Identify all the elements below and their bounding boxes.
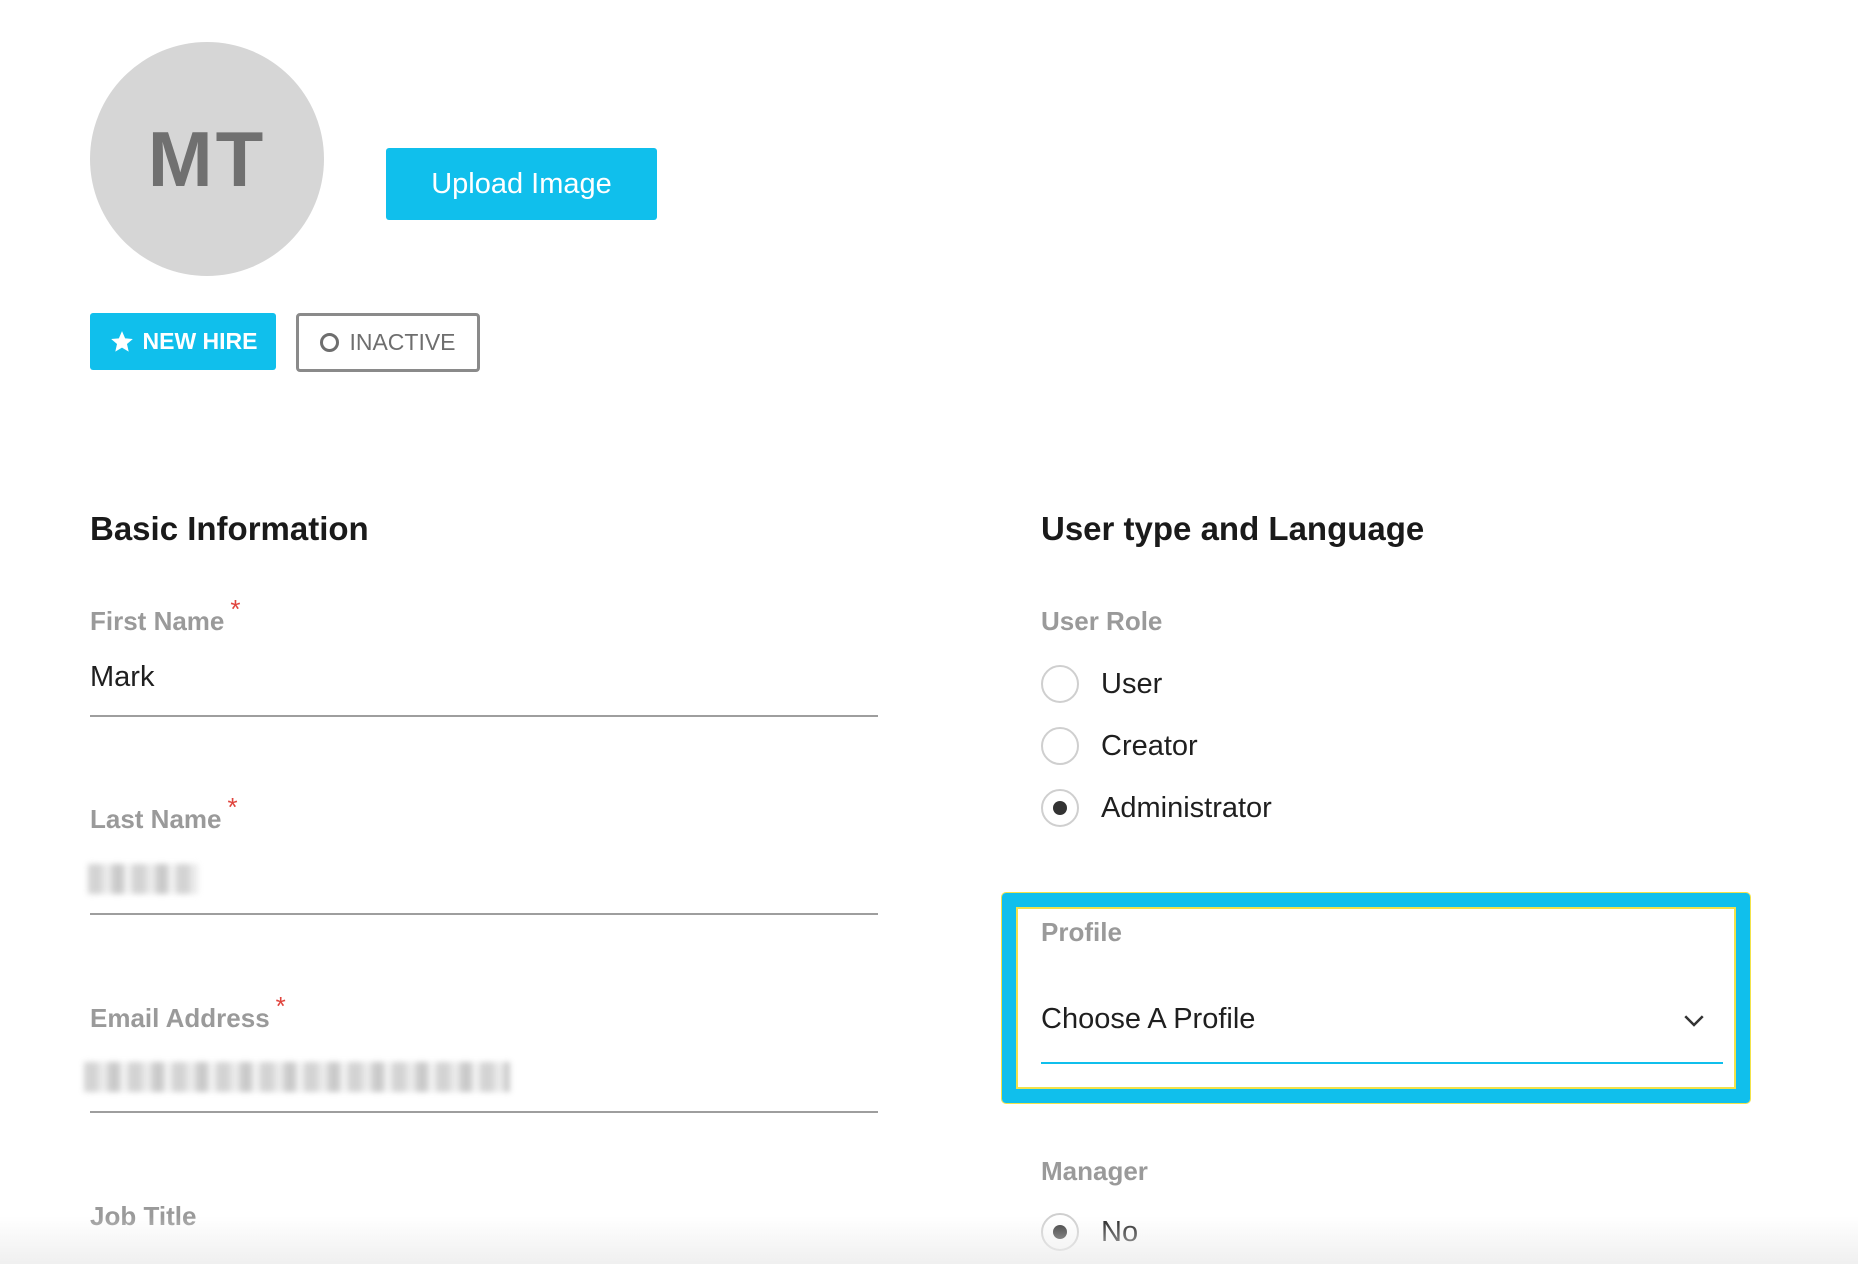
star-icon	[110, 330, 133, 352]
manager-label: Manager	[1041, 1156, 1148, 1186]
last-name-label-text: Last Name	[90, 804, 222, 834]
last-name-input[interactable]	[88, 864, 198, 894]
new-hire-label: NEW HIRE	[142, 328, 258, 354]
first-name-label-text: First Name	[90, 606, 225, 636]
new-hire-badge[interactable]: NEW HIRE	[90, 313, 276, 370]
last-name-label: Last Name *	[90, 792, 238, 835]
radio-button-selected[interactable]	[1041, 789, 1079, 827]
first-name-underline	[90, 715, 878, 717]
radio-option-creator[interactable]: Creator	[1041, 727, 1198, 765]
first-name-input[interactable]: Mark	[90, 661, 878, 694]
profile-select-value: Choose A Profile	[1041, 1003, 1256, 1035]
upload-image-button[interactable]: Upload Image	[386, 148, 657, 220]
radio-label-user: User	[1101, 667, 1163, 700]
first-name-label: First Name *	[90, 594, 241, 637]
profile-label: Profile	[1041, 917, 1122, 947]
radio-button[interactable]	[1041, 665, 1079, 703]
required-asterisk: *	[275, 991, 286, 1021]
email-label-text: Email Address	[90, 1003, 270, 1033]
radio-label-creator: Creator	[1101, 729, 1198, 762]
avatar-initials: MT	[147, 114, 267, 203]
profile-select-underline	[1041, 1062, 1723, 1064]
user-role-label: User Role	[1041, 606, 1163, 636]
radio-label-administrator: Administrator	[1101, 791, 1272, 824]
radio-option-administrator[interactable]: Administrator	[1041, 789, 1272, 827]
radio-button[interactable]	[1041, 727, 1079, 765]
radio-selected-dot	[1053, 801, 1067, 815]
inactive-badge[interactable]: INACTIVE	[296, 313, 480, 372]
circle-icon	[320, 333, 340, 352]
radio-option-user[interactable]: User	[1041, 665, 1162, 703]
email-label: Email Address *	[90, 991, 286, 1034]
chevron-down-icon	[1684, 1014, 1704, 1027]
email-underline	[90, 1111, 878, 1113]
avatar: MT	[90, 42, 324, 276]
last-name-underline	[90, 913, 878, 915]
basic-information-heading: Basic Information	[90, 510, 369, 547]
required-asterisk: *	[230, 594, 241, 624]
user-type-heading: User type and Language	[1041, 510, 1425, 547]
bottom-fade	[0, 1216, 1858, 1264]
inactive-label: INACTIVE	[349, 329, 456, 355]
profile-select[interactable]: Choose A Profile	[1041, 1003, 1723, 1036]
required-asterisk: *	[227, 792, 238, 822]
email-field[interactable]	[84, 1062, 510, 1092]
